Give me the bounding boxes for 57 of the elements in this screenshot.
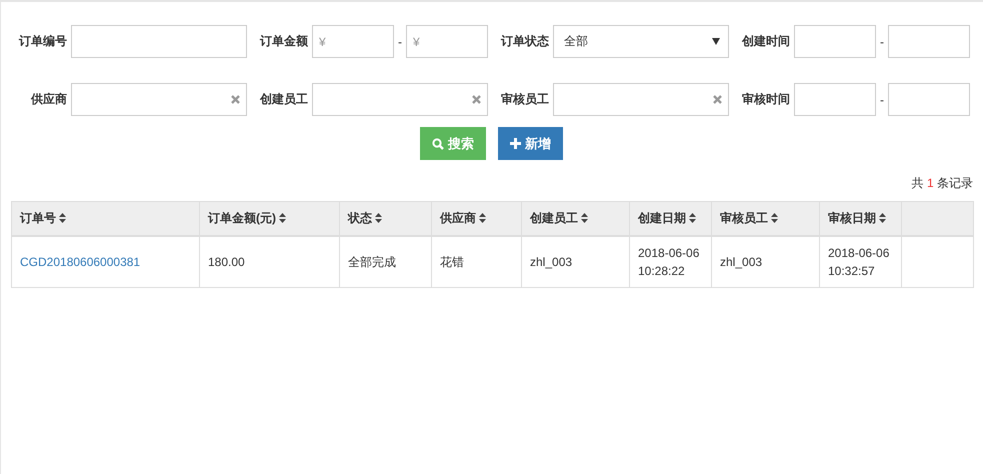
column-header[interactable]: 审核员工 [712,202,820,236]
add-button[interactable]: 新增 [498,127,563,160]
column-header[interactable]: 审核日期 [820,202,902,236]
table-cell [902,236,974,288]
select-field[interactable] [553,83,729,116]
table-cell: 2018-06-06 10:28:22 [630,236,712,288]
clear-icon[interactable] [472,95,481,104]
filter-label: 审核员工 [500,91,549,108]
column-header[interactable]: 状态 [340,202,432,236]
filter-label: 审核时间 [741,91,790,108]
select-field[interactable] [71,83,247,116]
filter-label: 订单金额 [258,33,308,50]
column-header[interactable]: 订单金额(元) [200,202,340,236]
range-start-field[interactable] [794,83,876,116]
range-end-field[interactable] [888,25,970,58]
range-dash: - [879,92,885,106]
table-cell: 180.00 [200,236,340,288]
column-header[interactable]: 订单号 [12,202,200,236]
sort-icon[interactable] [479,213,486,223]
table-cell: zhl_003 [522,236,630,288]
sort-icon[interactable] [279,213,286,223]
sort-icon[interactable] [581,213,588,223]
sort-icon[interactable] [689,213,696,223]
clear-icon[interactable] [713,95,722,104]
sort-icon[interactable] [59,213,66,223]
range-dash: - [397,34,403,48]
filter-label: 订单状态 [500,33,549,50]
select-field[interactable] [312,83,488,116]
column-header[interactable]: 供应商 [432,202,522,236]
table-cell: 2018-06-06 10:32:57 [820,236,902,288]
table-cell: 花错 [432,236,522,288]
range-start-field[interactable]: ¥ [312,25,394,58]
filter-label: 创建时间 [740,33,790,50]
range-start-field[interactable] [794,25,876,58]
table-cell: 全部完成 [340,236,432,288]
search-icon [432,138,444,150]
filter-label: 创建员工 [258,91,308,108]
range-end-field[interactable]: ¥ [406,25,488,58]
caret-icon [712,38,720,45]
plus-icon [510,138,521,149]
record-count: 1 [926,176,934,190]
filter-label: 订单编号 [18,33,67,50]
count-prefix: 共 [912,176,924,190]
sort-icon[interactable] [771,213,778,223]
clear-icon[interactable] [231,95,240,104]
column-header[interactable]: 创建日期 [630,202,712,236]
filter-label: 供应商 [30,91,67,108]
range-dash: - [879,34,885,48]
order-link[interactable]: CGD20180606000381 [20,255,140,269]
text-field[interactable] [71,25,247,58]
range-end-field[interactable] [888,83,970,116]
table-cell: zhl_003 [712,236,820,288]
column-header[interactable]: 创建员工 [522,202,630,236]
sort-icon[interactable] [375,213,382,223]
sort-icon[interactable] [879,213,886,223]
status-dropdown[interactable]: 全部 [553,25,729,58]
count-suffix: 条记录 [937,176,973,190]
